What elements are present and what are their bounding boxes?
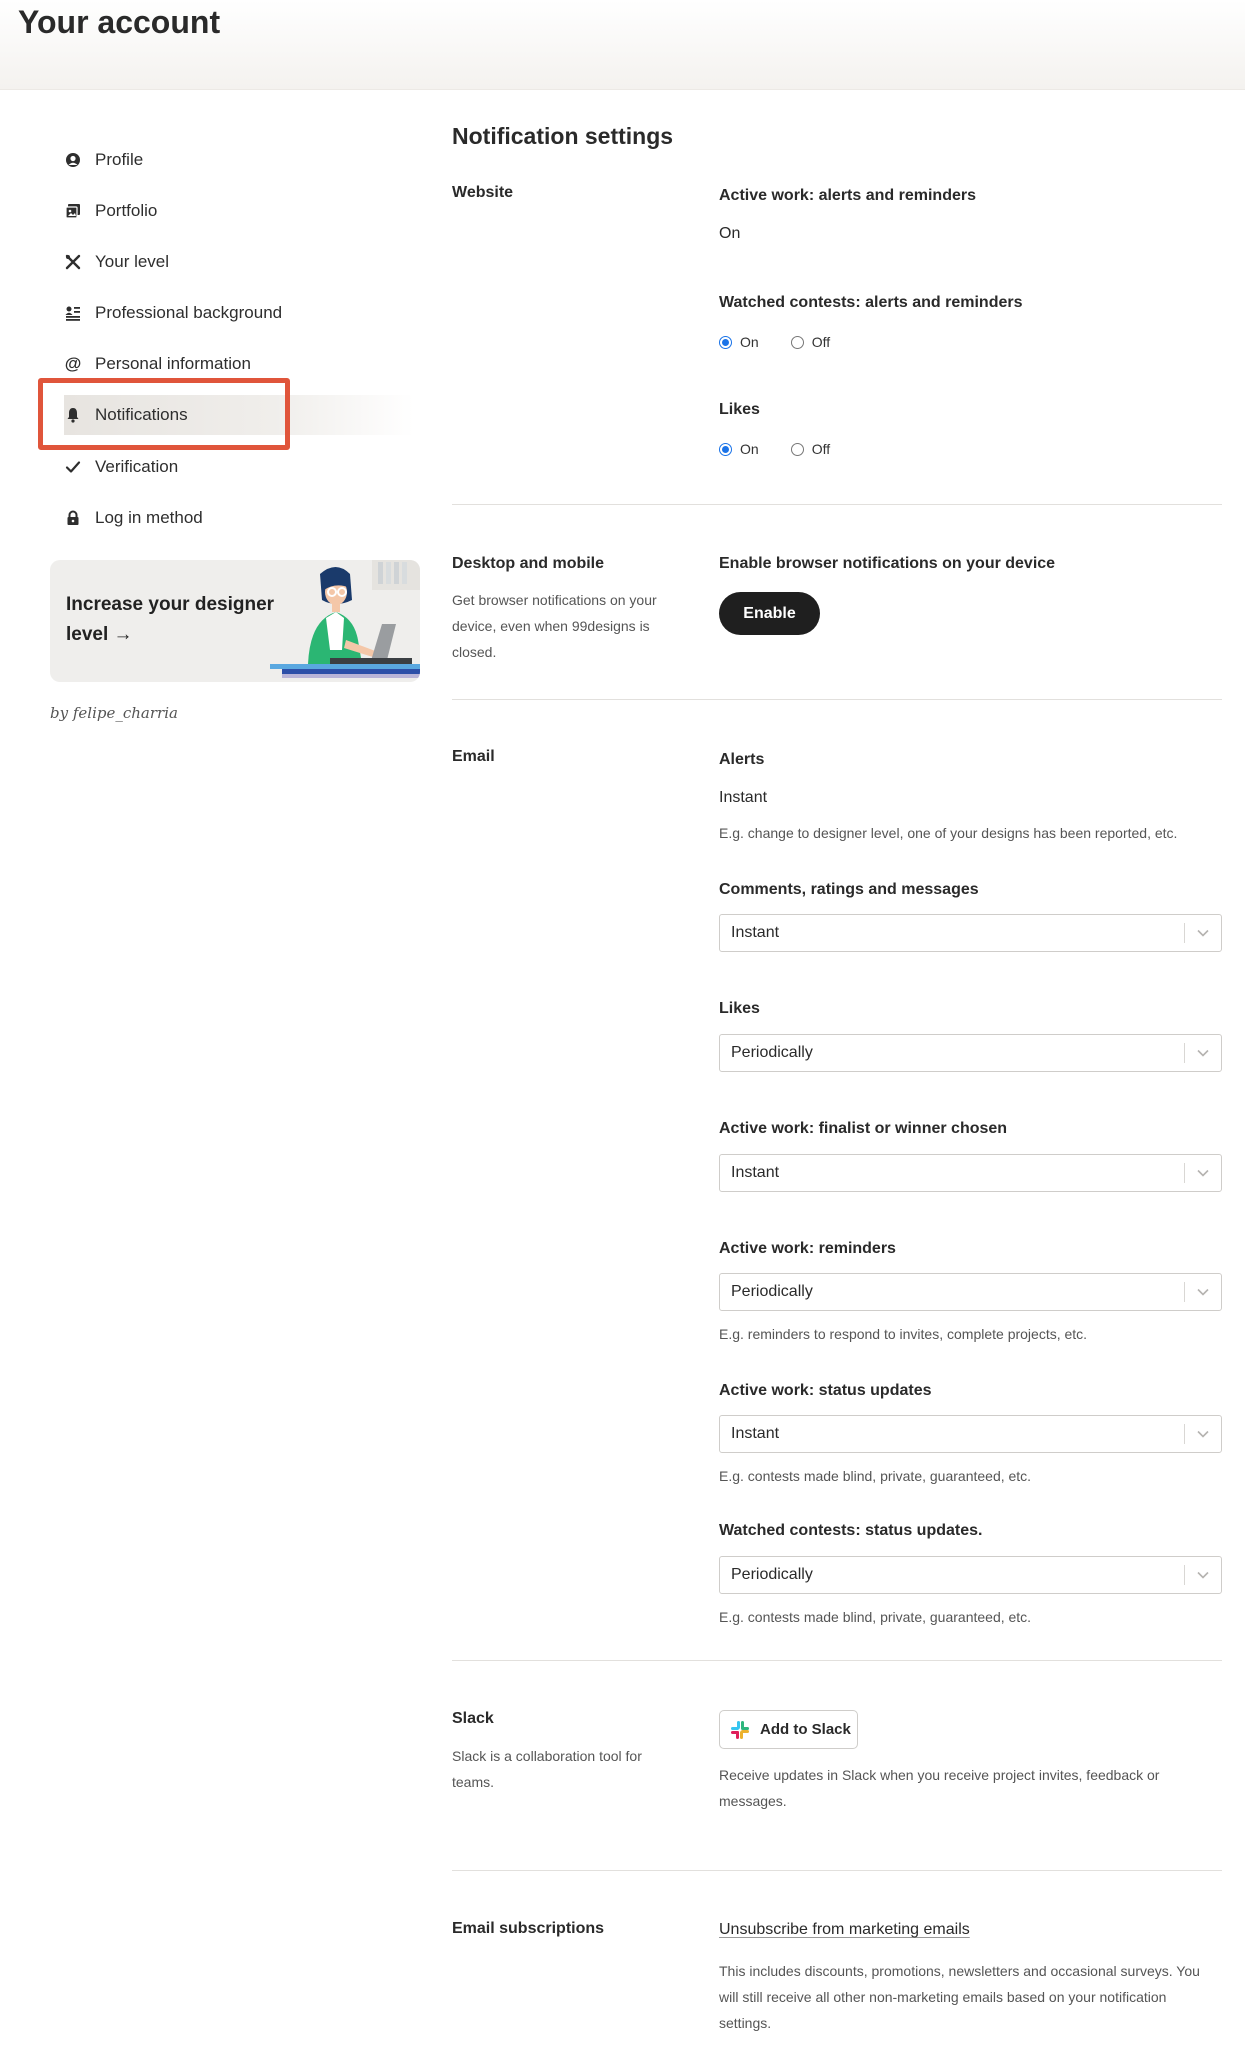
radio-label: Off xyxy=(811,441,831,457)
likes-email-label: Likes xyxy=(719,1000,760,1017)
status-updates-label: Active work: status updates xyxy=(719,1382,932,1399)
at-sign-icon: @ xyxy=(64,354,82,373)
increase-level-link[interactable]: Increase your designer level → xyxy=(66,590,286,650)
active-work-alerts-label: Active work: alerts and reminders xyxy=(719,187,976,204)
select-value: Instant xyxy=(731,1425,780,1442)
chevron-down-icon[interactable] xyxy=(1185,1288,1221,1296)
radio-label: On xyxy=(740,441,759,457)
enable-button[interactable]: Enable xyxy=(719,592,820,635)
watched-contests-status-select[interactable]: Periodically xyxy=(719,1556,1222,1594)
alerts-hint: E.g. change to designer level, one of yo… xyxy=(719,825,1178,841)
watched-contests-radio-group: On Off xyxy=(719,334,862,350)
email-subscriptions-description: This includes discounts, promotions, new… xyxy=(719,1963,1200,2031)
chevron-down-icon[interactable] xyxy=(1185,1430,1221,1438)
active-work-alerts-value: On xyxy=(719,225,741,242)
sidebar-item-label: Portfolio xyxy=(95,201,158,220)
slack-section-label: Slack xyxy=(452,1710,494,1727)
email-subscriptions-label: Email subscriptions xyxy=(452,1920,605,1937)
illustration-credit: by felipe_charria xyxy=(50,704,178,722)
section-divider xyxy=(452,1870,1222,1871)
add-to-slack-label: Add to Slack xyxy=(760,1721,851,1738)
level-icon xyxy=(64,253,82,271)
website-section-label: Website xyxy=(452,184,514,201)
likes-radio-group: On Off xyxy=(719,441,862,457)
likes-off-radio[interactable] xyxy=(790,442,804,456)
sidebar-item-label: Personal information xyxy=(95,354,251,373)
finalist-winner-select[interactable]: Instant xyxy=(719,1154,1222,1192)
section-divider xyxy=(452,504,1222,505)
chevron-down-icon[interactable] xyxy=(1185,1571,1221,1579)
select-value: Periodically xyxy=(731,1283,813,1300)
page-title: Your account xyxy=(18,4,221,40)
watched-contests-status-label: Watched contests: status updates. xyxy=(719,1522,983,1539)
sidebar-item-label: Log in method xyxy=(95,508,203,527)
sidebar-item-profile[interactable]: Profile xyxy=(64,140,414,180)
notifications-highlight-box xyxy=(38,378,290,450)
section-divider xyxy=(452,1660,1222,1661)
browser-notifications-label: Enable browser notifications on your dev… xyxy=(719,555,1056,572)
profile-icon xyxy=(64,151,82,169)
background-icon xyxy=(64,304,82,322)
alerts-value: Instant xyxy=(719,789,768,806)
page-heading: Notification settings xyxy=(452,123,674,149)
page-header: Your account xyxy=(0,0,1245,90)
sidebar-item-portfolio[interactable]: Portfolio xyxy=(64,191,414,231)
checkmark-icon xyxy=(64,458,82,476)
watched-contests-off-option[interactable]: Off xyxy=(790,334,831,350)
portfolio-icon xyxy=(64,202,82,220)
sidebar-item-professional-background[interactable]: Professional background xyxy=(64,293,414,333)
slack-info-text: Receive updates in Slack when you receiv… xyxy=(719,1767,1160,1809)
section-divider xyxy=(452,699,1222,700)
chevron-down-icon[interactable] xyxy=(1185,929,1221,937)
sidebar-item-verification[interactable]: Verification xyxy=(64,447,414,487)
sidebar-item-label: Your level xyxy=(95,252,170,271)
desktop-mobile-description: Get browser notifications on your device… xyxy=(452,592,657,660)
add-to-slack-button[interactable]: Add to Slack xyxy=(719,1710,858,1749)
comments-ratings-label: Comments, ratings and messages xyxy=(719,881,979,898)
watched-contests-on-radio[interactable] xyxy=(719,335,732,349)
unsubscribe-link[interactable]: Unsubscribe from marketing emails xyxy=(719,1921,970,1939)
watched-contests-off-radio[interactable] xyxy=(790,335,804,349)
select-value: Periodically xyxy=(731,1044,813,1061)
reminders-label: Active work: reminders xyxy=(719,1240,896,1257)
select-value: Instant xyxy=(731,924,780,941)
chevron-down-icon[interactable] xyxy=(1185,1049,1221,1057)
increase-level-card[interactable]: Increase your designer level → xyxy=(50,560,420,682)
finalist-winner-label: Active work: finalist or winner chosen xyxy=(719,1120,1008,1137)
sidebar-item-log-in-method[interactable]: Log in method xyxy=(64,498,414,538)
watched-contests-on-option[interactable]: On xyxy=(719,334,759,350)
slack-description: Slack is a collaboration tool for teams. xyxy=(452,1748,642,1790)
alerts-label: Alerts xyxy=(719,751,765,768)
designer-illustration-icon xyxy=(270,560,420,678)
status-updates-hint: E.g. contests made blind, private, guara… xyxy=(719,1468,1032,1484)
email-section-label: Email xyxy=(452,748,495,765)
slack-logo-icon xyxy=(731,1720,749,1739)
radio-label: Off xyxy=(811,334,831,350)
select-value: Periodically xyxy=(731,1566,813,1583)
comments-ratings-select[interactable]: Instant xyxy=(719,914,1222,952)
status-updates-select[interactable]: Instant xyxy=(719,1415,1222,1453)
radio-label: On xyxy=(740,334,759,350)
likes-on-option[interactable]: On xyxy=(719,441,759,457)
watched-contests-alerts-label: Watched contests: alerts and reminders xyxy=(719,294,1023,311)
likes-website-label: Likes xyxy=(719,401,760,418)
reminders-hint: E.g. reminders to respond to invites, co… xyxy=(719,1326,1088,1342)
desktop-mobile-section-label: Desktop and mobile xyxy=(452,555,605,572)
chevron-down-icon[interactable] xyxy=(1185,1169,1221,1177)
select-value: Instant xyxy=(731,1164,780,1181)
likes-select[interactable]: Periodically xyxy=(719,1034,1222,1072)
sidebar-item-label: Professional background xyxy=(95,303,283,322)
likes-on-radio[interactable] xyxy=(719,442,732,456)
likes-off-option[interactable]: Off xyxy=(790,441,831,457)
watched-contests-status-hint: E.g. contests made blind, private, guara… xyxy=(719,1609,1032,1625)
lock-icon xyxy=(64,509,82,527)
sidebar-item-label: Verification xyxy=(95,457,179,476)
reminders-select[interactable]: Periodically xyxy=(719,1273,1222,1311)
sidebar-item-label: Profile xyxy=(95,150,144,169)
sidebar-item-your-level[interactable]: Your level xyxy=(64,242,414,282)
